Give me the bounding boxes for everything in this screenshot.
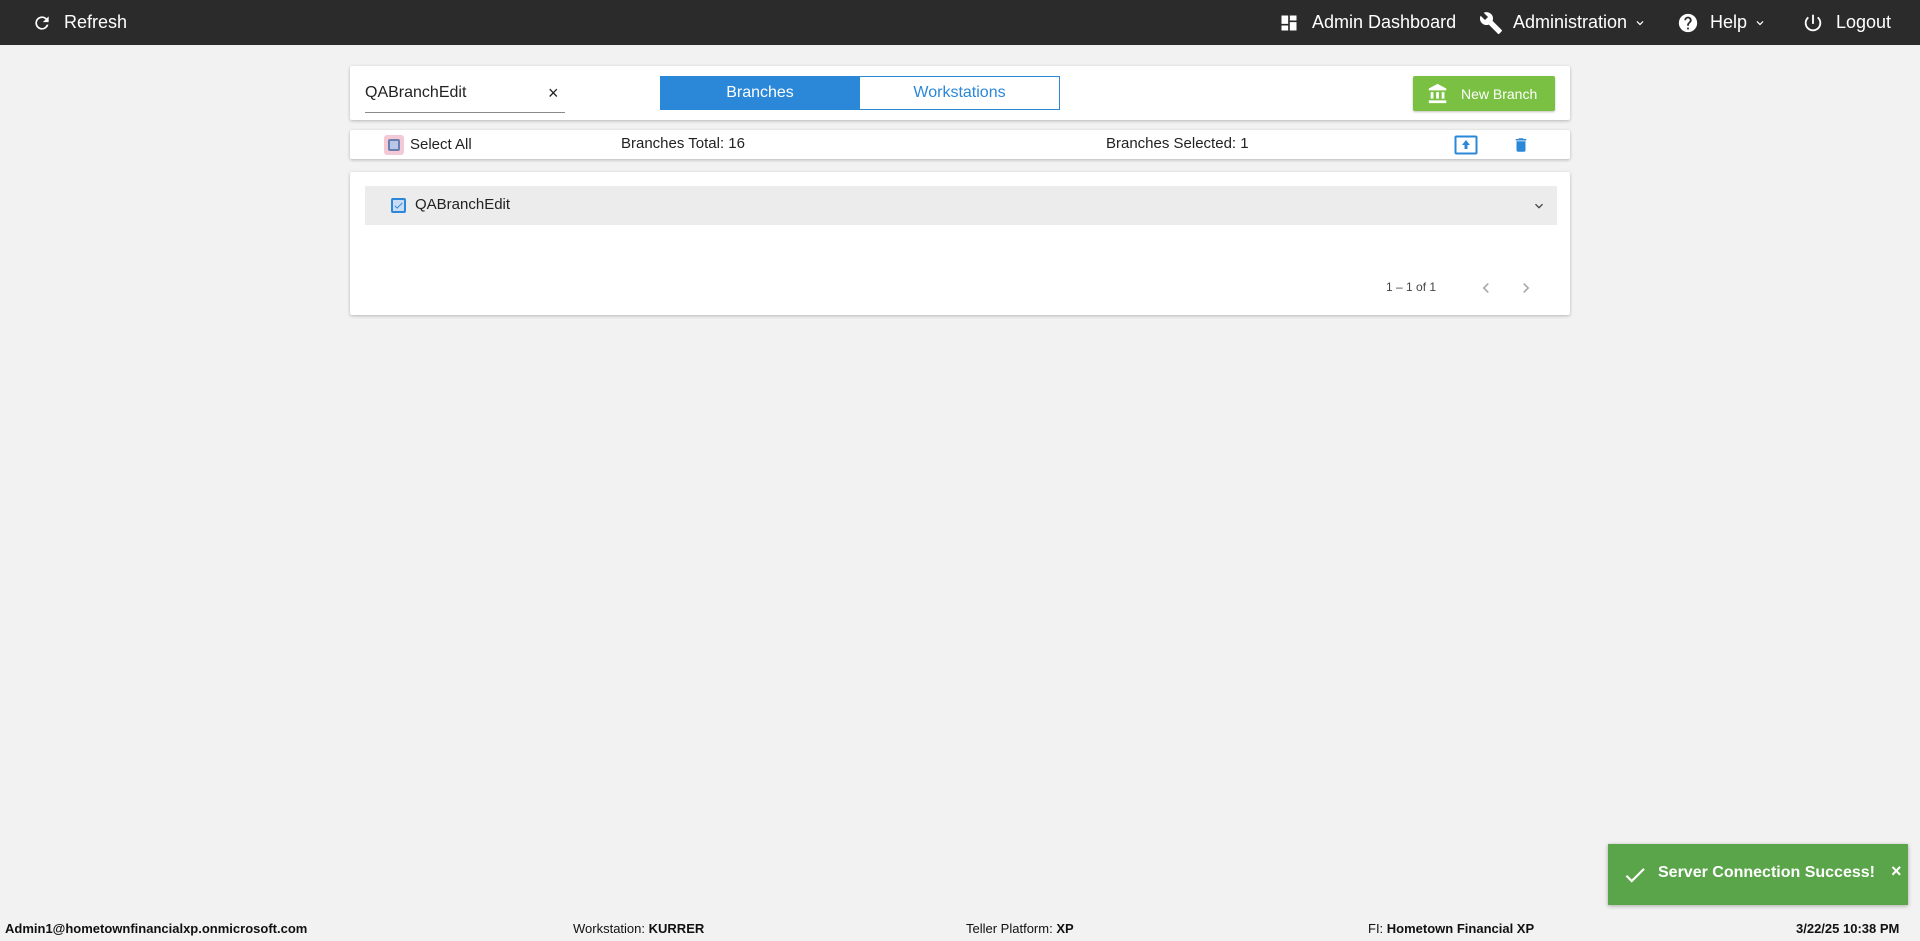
- chevron-down-icon[interactable]: [1531, 198, 1547, 214]
- success-toast: Server Connection Success! ×: [1608, 844, 1908, 905]
- branch-list-card: QABranchEdit 1 – 1 of 1: [350, 172, 1570, 315]
- admin-dashboard-label: Admin Dashboard: [1312, 12, 1457, 32]
- footer-fi: FI: Hometown Financial XP: [1368, 921, 1535, 936]
- logout-label: Logout: [1836, 12, 1892, 32]
- upload-icon: [1454, 135, 1478, 155]
- tab-branches[interactable]: Branches: [660, 76, 860, 110]
- chevron-down-icon: [1756, 20, 1764, 25]
- checkmark-icon: [394, 202, 403, 209]
- refresh-icon: [35, 15, 49, 30]
- clear-search-button[interactable]: ×: [548, 84, 559, 102]
- search-field: ×: [365, 78, 565, 113]
- refresh-button[interactable]: Refresh: [32, 0, 127, 45]
- branches-total-text: Branches Total: 16: [621, 135, 745, 152]
- footer-platform: Teller Platform: XP: [966, 921, 1074, 936]
- list-item[interactable]: QABranchEdit: [365, 186, 1557, 225]
- administration-menu[interactable]: Administration: [1479, 0, 1647, 45]
- tab-workstations[interactable]: Workstations: [859, 76, 1060, 110]
- dashboard-icon: [1281, 15, 1297, 30]
- new-branch-button[interactable]: New Branch: [1413, 76, 1555, 111]
- paginator-range: 1 – 1 of 1: [1386, 280, 1437, 294]
- footer-datetime: 3/22/25 10:38 PM: [1796, 921, 1900, 936]
- delete-button[interactable]: [1512, 135, 1530, 160]
- chevron-left-icon[interactable]: [1476, 278, 1496, 298]
- select-all-label: Select All: [410, 136, 472, 153]
- footer-workstation: Workstation: KURRER: [573, 921, 705, 936]
- checkmark-icon: [1625, 868, 1645, 883]
- search-input[interactable]: [365, 78, 535, 108]
- toast-message: Server Connection Success!: [1658, 864, 1875, 881]
- export-button[interactable]: [1454, 135, 1478, 160]
- chevron-down-icon: [1636, 20, 1644, 25]
- wrench-icon: [1479, 11, 1502, 34]
- help-icon: [1678, 13, 1698, 32]
- top-navigation-bar: Refresh Admin Dashboard Administration H…: [0, 0, 1920, 45]
- help-label: Help: [1710, 12, 1748, 32]
- logout-button[interactable]: Logout: [1802, 0, 1891, 45]
- power-icon: [1804, 14, 1822, 31]
- summary-bar: Select All Branches Total: 16 Branches S…: [350, 130, 1570, 159]
- toolbar-card: × Branches Workstations New Branch: [350, 66, 1570, 120]
- footer-user: Admin1@hometownfinancialxp.onmicrosoft.c…: [5, 921, 308, 936]
- help-menu[interactable]: Help: [1677, 0, 1767, 45]
- select-all-checkbox[interactable]: [388, 139, 400, 151]
- chevron-right-icon[interactable]: [1516, 278, 1536, 298]
- administration-label: Administration: [1513, 12, 1628, 32]
- refresh-label: Refresh: [64, 12, 128, 32]
- trash-icon: [1515, 138, 1527, 152]
- branch-name: QABranchEdit: [415, 196, 511, 213]
- admin-dashboard-link[interactable]: Admin Dashboard: [1279, 0, 1456, 45]
- status-footer: Admin1@hometownfinancialxp.onmicrosoft.c…: [0, 914, 1920, 941]
- bank-icon: [1428, 83, 1447, 103]
- new-branch-label: New Branch: [1461, 85, 1538, 102]
- row-checkbox[interactable]: [391, 198, 406, 213]
- branches-selected-text: Branches Selected: 1: [1106, 135, 1249, 152]
- toast-close-button[interactable]: ×: [1891, 861, 1902, 882]
